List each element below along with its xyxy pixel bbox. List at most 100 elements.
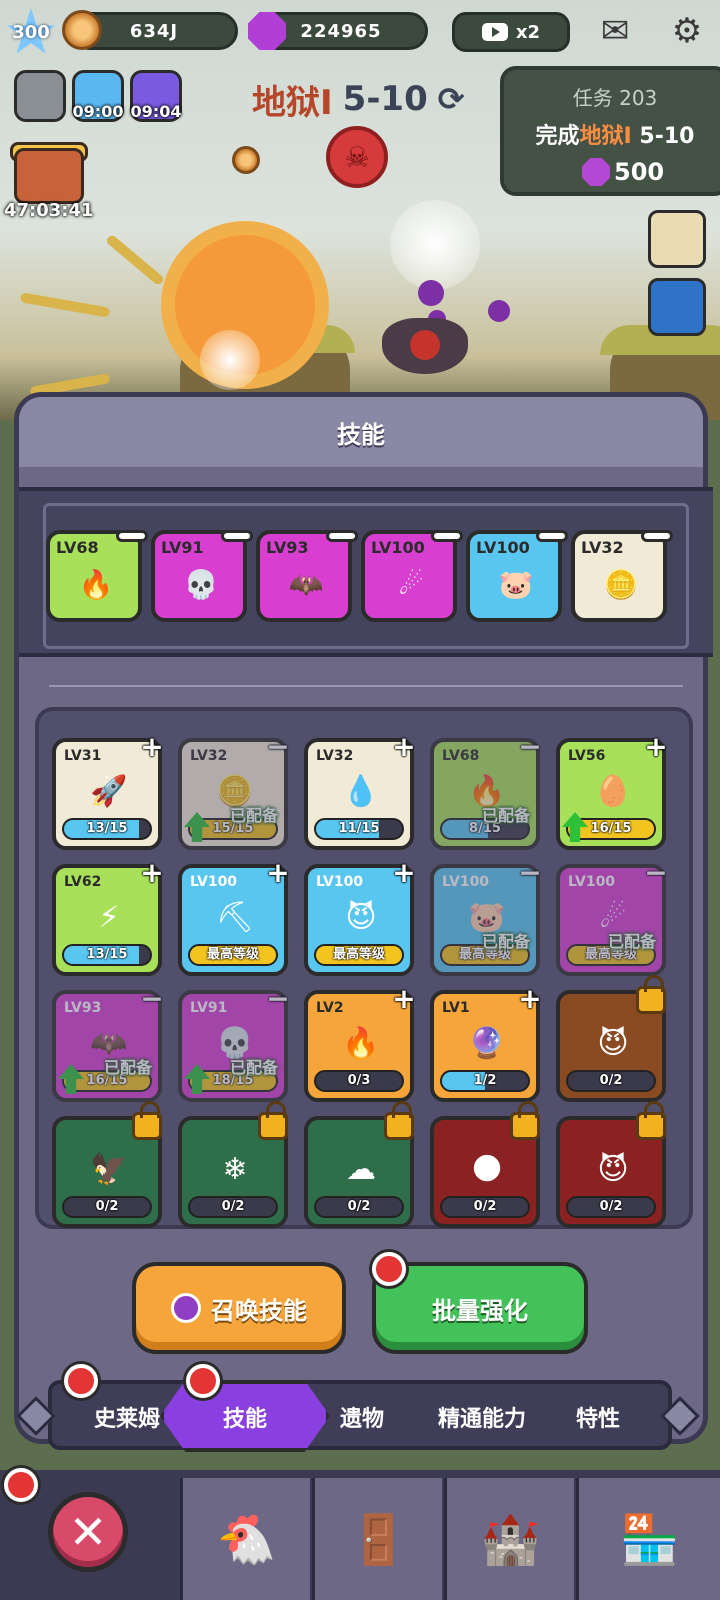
smoke-effect <box>418 280 444 306</box>
skill-art-icon: 🦅 <box>90 1151 128 1187</box>
skill-card[interactable]: LV91 💀 18/15 已配备 − <box>178 982 290 1102</box>
skill-card[interactable]: 😈 0/2 <box>556 1101 666 1228</box>
lock-icon <box>258 1101 288 1140</box>
skill-card[interactable]: 🦅 0/2 <box>52 1101 162 1228</box>
unequip-minus-icon[interactable] <box>431 530 463 542</box>
tab-relics[interactable]: 遗物 <box>320 1394 404 1440</box>
skill-card[interactable]: LV62 ⚡ 13/15 + <box>52 856 164 976</box>
equipped-skill-slot[interactable]: LV100 ☄ <box>361 530 463 622</box>
unequip-minus-icon[interactable]: − <box>138 982 166 1015</box>
coin-stack-boost-button[interactable] <box>14 70 66 122</box>
equip-plus-icon[interactable]: + <box>390 982 418 1015</box>
nav-shop[interactable]: 🏪 <box>576 1478 720 1600</box>
equipped-skill-slot[interactable]: LV100 🐷 <box>466 530 568 622</box>
unequip-minus-icon[interactable]: − <box>516 730 544 763</box>
equipped-skill-slot[interactable]: LV32 🪙 <box>571 530 673 622</box>
skill-progress-bar: 0/2 <box>566 1196 656 1218</box>
skill-progress-text: 13/15 <box>86 821 128 836</box>
skill-progress-bar: 1/2 <box>440 1070 530 1092</box>
mail-icon[interactable]: ✉ <box>590 10 640 52</box>
unequip-minus-icon[interactable]: − <box>264 730 292 763</box>
gear-icon[interactable]: ⚙ <box>664 8 710 54</box>
stage-hell-label: 地狱I <box>252 82 333 123</box>
refresh-icon[interactable]: ⟳ <box>438 80 465 118</box>
skill-progress-text: 1/2 <box>473 1073 497 1088</box>
skill-level: LV93 <box>64 1000 102 1016</box>
skill-card[interactable]: LV100 ⛏ 最高等级 + <box>178 856 290 976</box>
skill-card[interactable]: ❄ 0/2 <box>178 1101 288 1228</box>
skill-card[interactable]: LV68 🔥 8/15 已配备 − <box>430 730 542 850</box>
skill-card[interactable]: LV100 😈 最高等级 + <box>304 856 416 976</box>
nav-portal[interactable]: 🚪 <box>312 1478 442 1600</box>
scroll-quill-button[interactable] <box>648 210 706 268</box>
skill-card[interactable]: LV2 🔥 0/3 + <box>304 982 416 1102</box>
unequip-minus-icon[interactable] <box>536 530 568 542</box>
skill-art-icon: 💧 <box>342 773 380 809</box>
quest-reward: 500 <box>582 158 664 186</box>
equip-plus-icon[interactable]: + <box>516 982 544 1015</box>
skill-art-icon: ☁ <box>346 1151 376 1187</box>
skill-card[interactable]: LV93 🦇 16/15 已配备 − <box>52 982 164 1102</box>
tab-traits[interactable]: 特性 <box>556 1394 640 1440</box>
dropped-coin[interactable] <box>232 146 260 174</box>
blue-book-button[interactable] <box>648 278 706 336</box>
skill-card[interactable]: LV32 💧 11/15 + <box>304 730 416 850</box>
speed-ad-button[interactable]: x2 <box>452 12 570 52</box>
equip-plus-icon[interactable]: + <box>138 856 166 889</box>
tab-skills[interactable]: 技能 <box>200 1394 290 1440</box>
unequip-minus-icon[interactable]: − <box>516 856 544 889</box>
skill-art-icon: 💀 <box>183 567 219 601</box>
equip-plus-icon[interactable]: + <box>264 856 292 889</box>
lock-icon <box>384 1101 414 1140</box>
skill-progress-text: 0/2 <box>347 1199 371 1214</box>
unequip-minus-icon[interactable] <box>326 530 358 542</box>
skill-art-icon: 🥚 <box>594 773 632 809</box>
close-button[interactable]: ✕ <box>48 1492 128 1572</box>
notification-dot <box>372 1252 406 1286</box>
tab-slime[interactable]: 史莱姆 <box>82 1394 172 1440</box>
skill-art-icon: 🔮 <box>468 1025 506 1061</box>
equip-plus-icon[interactable]: + <box>138 730 166 763</box>
equip-plus-icon[interactable]: + <box>642 730 670 763</box>
skill-card[interactable]: 🌑 0/2 <box>430 1101 540 1228</box>
glow-effect <box>390 200 480 290</box>
skill-level: LV91 <box>161 538 204 557</box>
skill-card[interactable]: LV100 🐷 最高等级 已配备 − <box>430 856 542 976</box>
equip-plus-icon[interactable]: + <box>390 856 418 889</box>
tab-mastery[interactable]: 精通能力 <box>420 1394 544 1440</box>
equipped-skill-slot[interactable]: LV91 💀 <box>151 530 253 622</box>
skill-card[interactable]: LV31 🚀 13/15 + <box>52 730 164 850</box>
quest-reward-amount: 500 <box>614 158 665 186</box>
skill-card[interactable]: ☁ 0/2 <box>304 1101 414 1228</box>
equipped-skill-slot[interactable]: LV93 🦇 <box>256 530 358 622</box>
skill-card[interactable]: LV32 🪙 15/15 已配备 − <box>178 730 290 850</box>
unequip-minus-icon[interactable] <box>641 530 673 542</box>
skill-art-icon: 🚀 <box>90 773 128 809</box>
unequip-minus-icon[interactable]: − <box>264 982 292 1015</box>
skill-card[interactable]: LV56 🥚 16/15 + <box>556 730 668 850</box>
skill-art-icon: ☄ <box>398 567 424 601</box>
notification-dot <box>186 1364 220 1398</box>
equipped-skill-slot[interactable]: LV68 🔥 <box>46 530 148 622</box>
unequip-minus-icon[interactable]: − <box>642 856 670 889</box>
skill-card[interactable]: LV1 🔮 1/2 + <box>430 982 542 1102</box>
attack-streak <box>19 292 111 318</box>
summon-skill-button[interactable]: 召唤技能 <box>132 1262 346 1354</box>
unequip-minus-icon[interactable] <box>116 530 148 542</box>
skill-progress-text: 0/2 <box>95 1199 119 1214</box>
quest-panel[interactable]: 任务 203 完成地狱I 5-10 500 <box>500 66 720 196</box>
equipped-tag: 已配备 <box>229 806 278 825</box>
unequip-minus-icon[interactable] <box>221 530 253 542</box>
batch-upgrade-label: 批量强化 <box>432 1296 528 1325</box>
equip-plus-icon[interactable]: + <box>390 730 418 763</box>
nav-slime-chicken[interactable]: 🐔 <box>180 1478 310 1600</box>
skill-card[interactable]: 😈 0/2 <box>556 975 666 1102</box>
skill-card[interactable]: LV100 ☄ 最高等级 已配备 − <box>556 856 668 976</box>
skill-level: LV32 <box>581 538 624 557</box>
nav-castle[interactable]: 🏰 <box>444 1478 574 1600</box>
skill-art-icon: 🔥 <box>342 1025 380 1061</box>
skill-art-icon: 🦇 <box>288 567 324 601</box>
lock-icon <box>132 1101 162 1140</box>
boss-challenge-button[interactable]: ☠ <box>326 126 388 188</box>
reward-chest-button[interactable] <box>14 148 84 204</box>
